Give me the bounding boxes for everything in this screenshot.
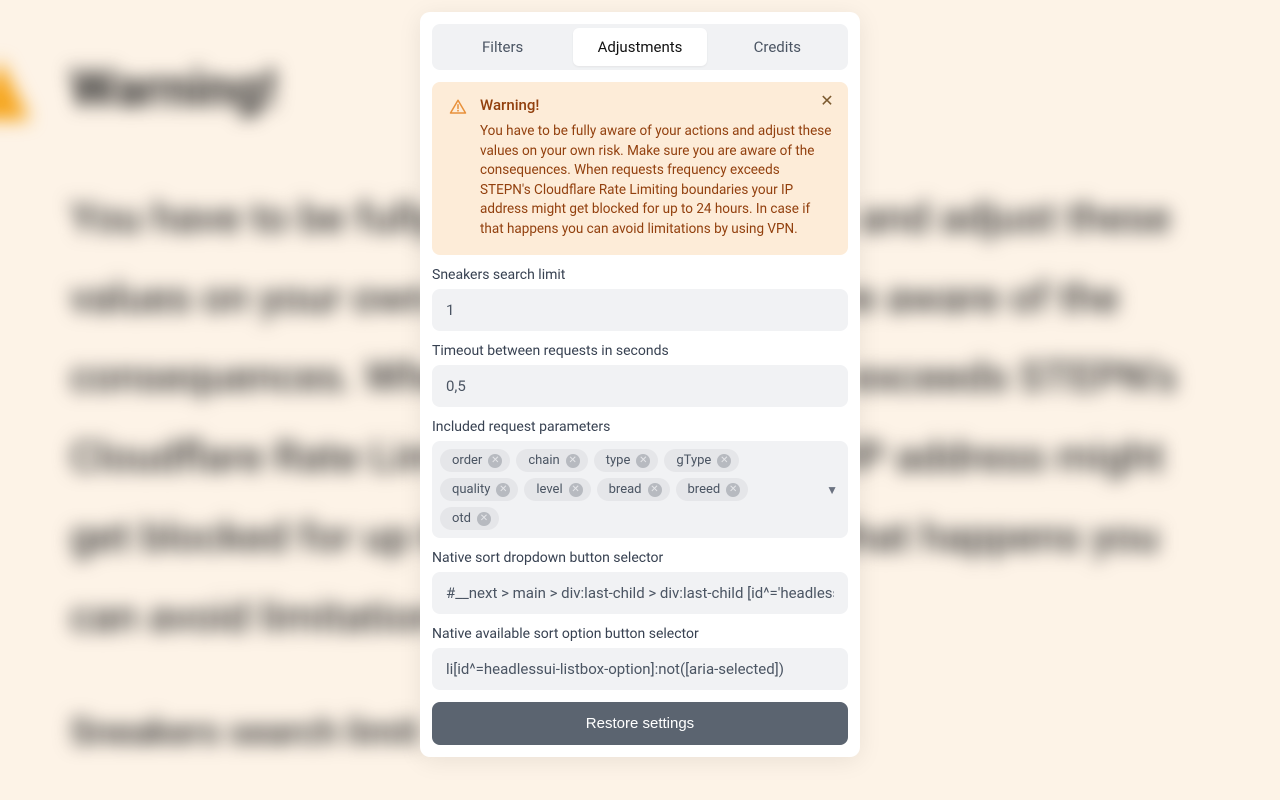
param-chip-breed: breed ✕ — [676, 478, 749, 501]
warning-triangle-icon — [448, 98, 468, 116]
tab-filters[interactable]: Filters — [436, 28, 569, 66]
settings-panel: Filters Adjustments Credits Warning! You… — [420, 12, 860, 757]
chip-label: level — [536, 482, 562, 497]
param-chip-quality: quality ✕ — [440, 478, 518, 501]
param-chip-bread: bread ✕ — [597, 478, 670, 501]
label-search-limit: Sneakers search limit — [432, 267, 848, 283]
label-native-sort: Native sort dropdown button selector — [432, 550, 848, 566]
warning-triangle-bg-icon — [0, 60, 30, 120]
remove-chip-icon[interactable]: ✕ — [569, 483, 583, 497]
restore-settings-button[interactable]: Restore settings — [432, 702, 848, 745]
tab-credits[interactable]: Credits — [711, 28, 844, 66]
param-chip-otd: otd ✕ — [440, 507, 499, 530]
remove-chip-icon[interactable]: ✕ — [496, 483, 510, 497]
remove-chip-icon[interactable]: ✕ — [717, 454, 731, 468]
chip-label: breed — [688, 482, 721, 497]
close-icon[interactable]: ✕ — [818, 92, 836, 110]
search-limit-input[interactable] — [432, 289, 848, 331]
chip-label: type — [606, 453, 631, 468]
remove-chip-icon[interactable]: ✕ — [636, 454, 650, 468]
alert-body: You have to be fully aware of your actio… — [480, 122, 832, 239]
param-chip-chain: chain ✕ — [516, 449, 587, 472]
chip-label: quality — [452, 482, 490, 497]
remove-chip-icon[interactable]: ✕ — [477, 512, 491, 526]
chip-label: chain — [528, 453, 559, 468]
timeout-input[interactable] — [432, 365, 848, 407]
label-params: Included request parameters — [432, 419, 848, 435]
alert-title: Warning! — [480, 96, 832, 114]
label-timeout: Timeout between requests in seconds — [432, 343, 848, 359]
chip-label: bread — [609, 482, 642, 497]
chip-label: otd — [452, 511, 471, 526]
param-chip-level: level ✕ — [524, 478, 590, 501]
param-chip-type: type ✕ — [594, 449, 659, 472]
warning-alert: Warning! You have to be fully aware of y… — [432, 82, 848, 255]
remove-chip-icon[interactable]: ✕ — [488, 454, 502, 468]
chip-label: gType — [676, 453, 711, 468]
tab-bar: Filters Adjustments Credits — [432, 24, 848, 70]
label-native-option: Native available sort option button sele… — [432, 626, 848, 642]
param-chip-gType: gType ✕ — [664, 449, 739, 472]
remove-chip-icon[interactable]: ✕ — [566, 454, 580, 468]
remove-chip-icon[interactable]: ✕ — [726, 483, 740, 497]
param-chip-order: order ✕ — [440, 449, 510, 472]
params-multiselect[interactable]: order✕chain✕type✕gType✕quality✕level✕bre… — [432, 441, 848, 538]
chip-label: order — [452, 453, 482, 468]
native-sort-selector-input[interactable] — [432, 572, 848, 614]
native-option-selector-input[interactable] — [432, 648, 848, 690]
tab-adjustments[interactable]: Adjustments — [573, 28, 706, 66]
chevron-down-icon[interactable]: ▼ — [826, 483, 838, 497]
remove-chip-icon[interactable]: ✕ — [648, 483, 662, 497]
